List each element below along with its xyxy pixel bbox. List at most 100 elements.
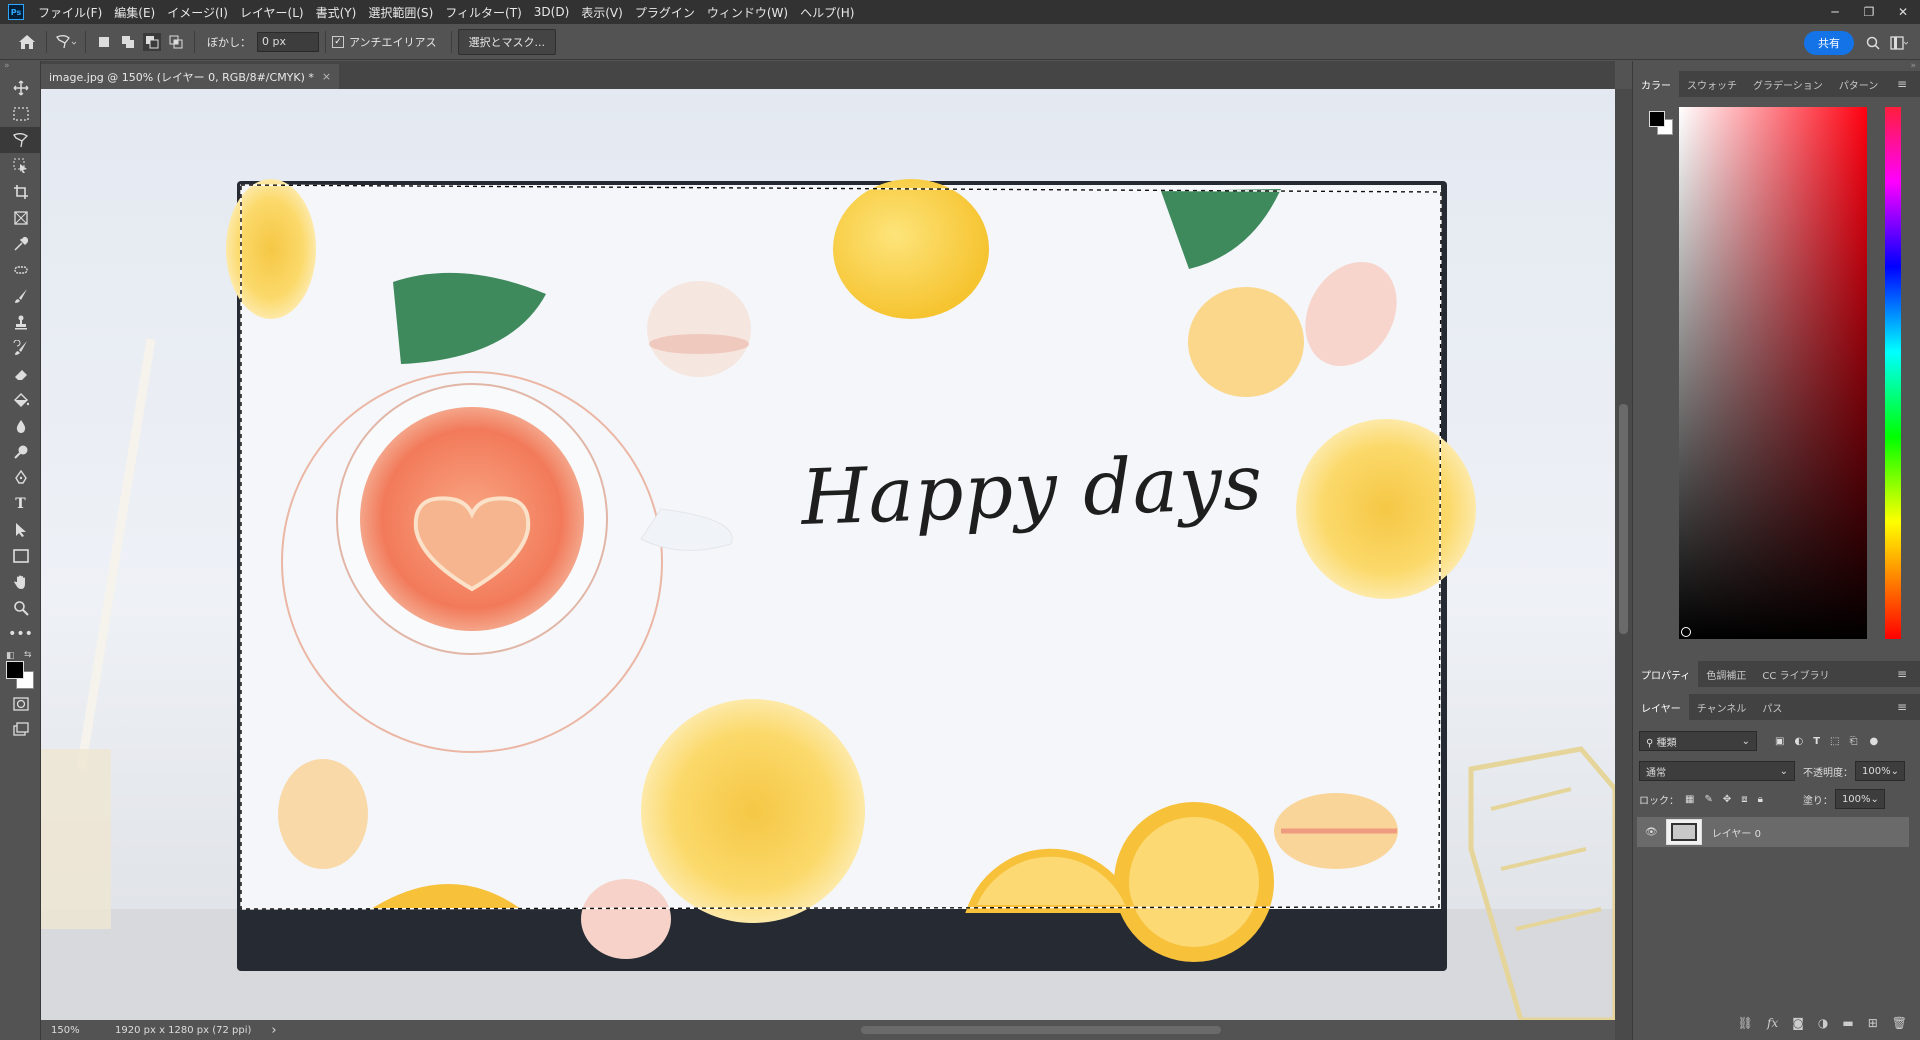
move-tool-icon[interactable] <box>0 75 41 101</box>
type-tool-icon[interactable]: T <box>0 491 41 517</box>
edit-toolbar-icon[interactable]: ••• <box>0 621 41 647</box>
paint-bucket-tool-icon[interactable] <box>0 387 41 413</box>
lock-all-icon[interactable]: 🔒︎ <box>1758 794 1763 805</box>
status-menu-arrow[interactable]: › <box>271 1023 276 1038</box>
tab-adjustments[interactable]: 色調補正 <box>1698 661 1754 687</box>
add-mask-icon[interactable]: ◙ <box>1792 1016 1804 1030</box>
lock-transparent-icon[interactable]: ▦ <box>1685 794 1694 805</box>
hand-tool-icon[interactable] <box>0 569 41 595</box>
rectangle-tool-icon[interactable] <box>0 543 41 569</box>
subtract-selection-icon[interactable] <box>143 32 161 51</box>
new-group-icon[interactable]: ▬ <box>1842 1016 1853 1030</box>
new-layer-icon[interactable]: ⊞ <box>1868 1016 1878 1030</box>
lock-artboard-icon[interactable]: ⧈ <box>1741 794 1747 805</box>
crop-tool-icon[interactable] <box>0 179 41 205</box>
blur-tool-icon[interactable] <box>0 413 41 439</box>
zoom-tool-icon[interactable] <box>0 595 41 621</box>
filter-shape-icon[interactable]: ⬚ <box>1830 736 1839 747</box>
tab-properties[interactable]: プロパティ <box>1633 661 1699 687</box>
menu-file[interactable]: ファイル(F) <box>32 4 108 21</box>
menu-type[interactable]: 書式(Y) <box>310 4 363 21</box>
new-selection-icon[interactable] <box>95 33 113 51</box>
tab-patterns[interactable]: パターン <box>1831 71 1887 97</box>
collapse-toolbar-icon[interactable]: » <box>0 61 40 75</box>
color-picker-cursor[interactable] <box>1681 627 1691 637</box>
properties-panel-menu-icon[interactable]: ≡ <box>1889 661 1915 687</box>
filter-smart-object-icon[interactable]: ⎗ <box>1849 736 1857 747</box>
home-icon[interactable] <box>14 29 40 55</box>
layer-thumbnail[interactable] <box>1665 819 1702 845</box>
lock-image-icon[interactable]: ✎ <box>1704 794 1712 805</box>
intersect-selection-icon[interactable] <box>167 33 185 51</box>
minimize-button[interactable]: ─ <box>1818 0 1852 24</box>
filter-adjustment-icon[interactable]: ◐ <box>1794 736 1803 747</box>
menu-edit[interactable]: 編集(E) <box>108 4 161 21</box>
menu-layer[interactable]: レイヤー(L) <box>234 4 310 21</box>
tab-gradients[interactable]: グラデーション <box>1745 71 1831 97</box>
blend-mode-select[interactable]: 通常 ⌄ <box>1639 761 1795 781</box>
tab-layers[interactable]: レイヤー <box>1633 694 1689 720</box>
fg-bg-color-chips[interactable] <box>1649 111 1675 137</box>
menu-select[interactable]: 選択範囲(S) <box>362 4 439 21</box>
menu-image[interactable]: イメージ(I) <box>161 4 234 21</box>
document-tab[interactable]: image.jpg @ 150% (レイヤー 0, RGB/8#/CMYK) *… <box>41 64 340 89</box>
menu-plugins[interactable]: プラグイン <box>629 4 701 21</box>
zoom-level[interactable]: 150% <box>51 1025 101 1036</box>
color-field[interactable] <box>1679 107 1867 639</box>
brush-tool-icon[interactable] <box>0 283 41 309</box>
healing-brush-tool-icon[interactable] <box>0 257 41 283</box>
opacity-input[interactable]: 100% ⌄ <box>1855 761 1905 781</box>
lock-position-icon[interactable]: ✥ <box>1723 794 1731 805</box>
collapse-panels-icon[interactable]: » <box>1910 61 1916 71</box>
filter-toggle-icon[interactable]: ● <box>1869 736 1878 747</box>
close-document-icon[interactable]: × <box>322 70 331 83</box>
eye-icon[interactable]: 👁︎ <box>1645 827 1658 838</box>
filter-pixel-icon[interactable]: ▣ <box>1775 736 1784 747</box>
feather-input[interactable]: 0 px <box>257 31 319 52</box>
fill-input[interactable]: 100% ⌄ <box>1834 789 1885 809</box>
foreground-color-swatch[interactable] <box>6 661 24 679</box>
layer-name[interactable]: レイヤー 0 <box>1712 825 1761 840</box>
menu-help[interactable]: ヘルプ(H) <box>794 4 860 21</box>
tab-paths[interactable]: パス <box>1754 694 1790 720</box>
pen-tool-icon[interactable] <box>0 465 41 491</box>
screen-mode-icon[interactable] <box>0 717 41 743</box>
menu-filter[interactable]: フィルター(T) <box>439 4 527 21</box>
document-canvas[interactable]: Happy days <box>41 89 1615 1020</box>
tab-swatches[interactable]: スウォッチ <box>1679 71 1745 97</box>
tab-cc-libraries[interactable]: CC ライブラリ <box>1754 661 1837 687</box>
select-and-mask-button[interactable]: 選択とマスク... <box>457 28 557 55</box>
magnetic-lasso-tool-icon[interactable] <box>0 127 41 153</box>
quick-mask-icon[interactable] <box>0 691 41 717</box>
menu-3d[interactable]: 3D(D) <box>528 5 575 19</box>
default-colors-icon[interactable]: ◧ <box>6 651 15 661</box>
close-window-button[interactable]: ✕ <box>1886 0 1920 24</box>
menu-window[interactable]: ウィンドウ(W) <box>701 4 794 21</box>
magnetic-lasso-preset-icon[interactable] <box>53 29 79 55</box>
path-selection-tool-icon[interactable] <box>0 517 41 543</box>
antialias-checkbox[interactable]: ✓ <box>332 35 344 48</box>
history-brush-tool-icon[interactable] <box>0 335 41 361</box>
hue-slider[interactable] <box>1885 107 1901 639</box>
horizontal-scrollbar[interactable] <box>861 1026 1221 1034</box>
eraser-tool-icon[interactable] <box>0 361 41 387</box>
tab-color[interactable]: カラー <box>1633 71 1679 97</box>
workspace-icon[interactable] <box>1886 30 1912 56</box>
color-panel-menu-icon[interactable]: ≡ <box>1889 71 1915 97</box>
vertical-scrollbar[interactable] <box>1615 89 1632 1040</box>
add-selection-icon[interactable] <box>119 33 137 51</box>
link-layers-icon[interactable]: ⛓︎ <box>1738 1016 1753 1030</box>
eyedropper-tool-icon[interactable] <box>0 231 41 257</box>
filter-type-icon[interactable]: T <box>1813 736 1820 747</box>
layer-filter-select[interactable]: ⚲ 種類 ⌄ <box>1639 731 1757 751</box>
delete-layer-icon[interactable]: 🗑︎ <box>1892 1016 1907 1030</box>
clone-stamp-tool-icon[interactable] <box>0 309 41 335</box>
layer-row[interactable]: 👁︎ レイヤー 0 <box>1637 817 1909 847</box>
menu-view[interactable]: 表示(V) <box>575 4 629 21</box>
dodge-tool-icon[interactable] <box>0 439 41 465</box>
photoshop-logo-icon[interactable]: Ps <box>8 4 24 20</box>
marquee-tool-icon[interactable] <box>0 101 41 127</box>
restore-button[interactable]: ❐ <box>1852 0 1886 24</box>
share-button[interactable]: 共有 <box>1804 31 1854 55</box>
object-selection-tool-icon[interactable] <box>0 153 41 179</box>
